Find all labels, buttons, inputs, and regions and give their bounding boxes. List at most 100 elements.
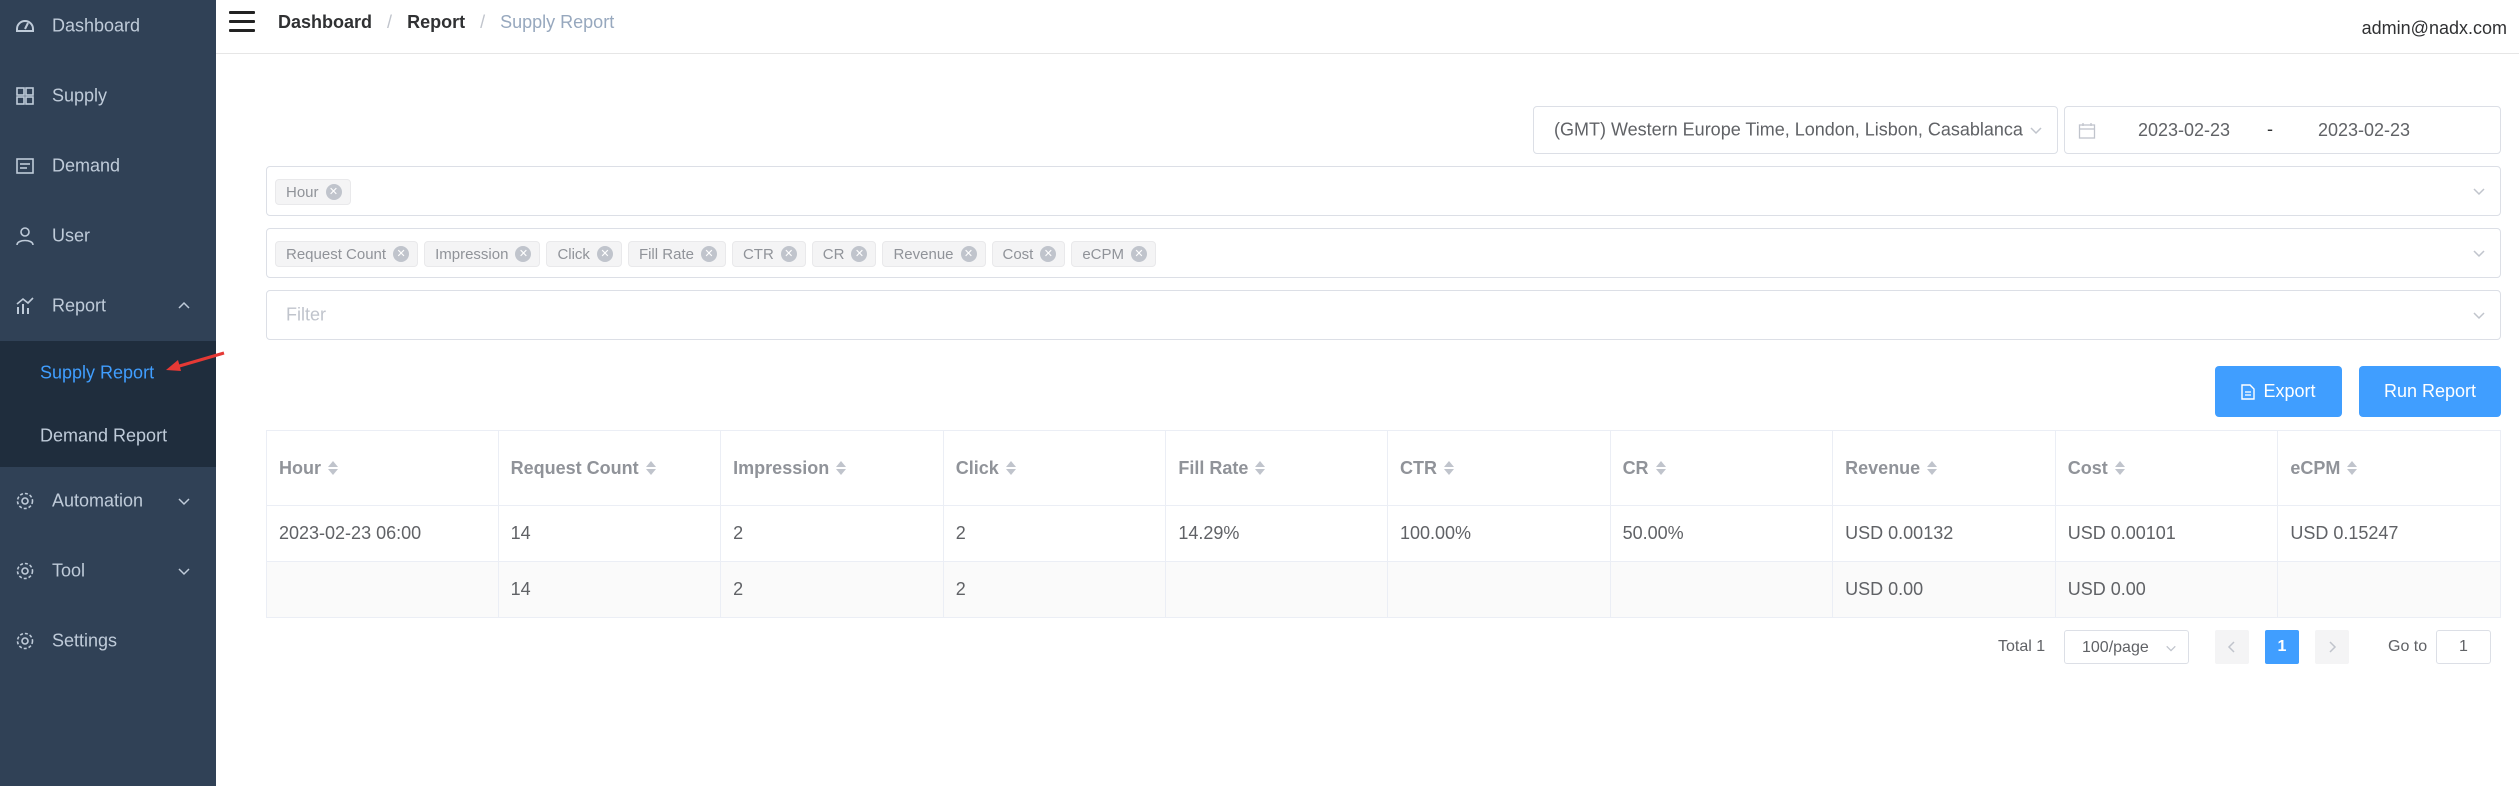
close-icon[interactable]: ✕ <box>1040 246 1057 262</box>
close-icon[interactable]: ✕ <box>515 246 532 262</box>
sort-icon[interactable] <box>1255 461 1266 475</box>
sidebar-item-demand-report[interactable]: Demand Report <box>0 404 216 467</box>
user-menu[interactable]: admin@nadx.com <box>2362 18 2507 39</box>
sidebar-item-tool[interactable]: Tool <box>0 536 216 606</box>
sidebar-item-supply[interactable]: Supply <box>0 61 216 131</box>
start-date-input[interactable] <box>2109 117 2259 143</box>
column-label: Request Count <box>510 457 639 478</box>
user-icon <box>16 227 34 246</box>
tag-label: Cost <box>1002 245 1034 263</box>
close-icon[interactable]: ✕ <box>325 184 342 200</box>
sidebar-item-label: Settings <box>52 630 118 651</box>
sort-icon[interactable] <box>2114 461 2125 475</box>
filter-placeholder: Filter <box>286 304 326 325</box>
metric-select[interactable]: Request Count ✕ Impression ✕ Click ✕ Fill R… <box>266 228 2501 278</box>
date-range-picker[interactable]: - <box>2064 106 2501 154</box>
close-icon[interactable]: ✕ <box>596 246 613 262</box>
page-button-current[interactable]: 1 <box>2265 630 2299 664</box>
column-label: eCPM <box>2290 457 2341 478</box>
prev-page-button[interactable] <box>2215 630 2249 664</box>
sidebar-item-report[interactable]: Report <box>0 271 216 341</box>
timezone-select[interactable]: (GMT) Western Europe Time, London, Lisbo… <box>1533 106 2058 154</box>
goto-label: Go to <box>2388 638 2428 655</box>
column-header-ecpm[interactable]: eCPM <box>2278 431 2500 505</box>
sidebar-item-user[interactable]: User <box>0 201 216 271</box>
column-header-click[interactable]: Click <box>944 431 1167 505</box>
chevron-down-icon <box>2030 127 2042 135</box>
table-cell: 50.00% <box>1611 506 1834 561</box>
column-header-impression[interactable]: Impression <box>721 431 944 505</box>
sidebar-item-label: Dashboard <box>52 15 141 36</box>
dimension-select[interactable]: Hour ✕ <box>266 166 2501 216</box>
column-label: CTR <box>1399 457 1437 478</box>
export-button[interactable]: Export <box>2215 366 2342 417</box>
sort-icon[interactable] <box>2347 461 2358 475</box>
sort-icon[interactable] <box>836 461 847 475</box>
column-header-fill-rate[interactable]: Fill Rate <box>1166 431 1388 505</box>
table-cell: USD 0.00101 <box>2056 506 2279 561</box>
column-header-cost[interactable]: Cost <box>2056 431 2279 505</box>
sort-icon[interactable] <box>1005 461 1016 475</box>
close-icon[interactable]: ✕ <box>960 246 977 262</box>
table-cell: 2 <box>944 506 1167 561</box>
close-icon[interactable]: ✕ <box>1131 246 1148 262</box>
run-report-button[interactable]: Run Report <box>2359 366 2501 417</box>
next-page-button[interactable] <box>2315 630 2349 664</box>
chevron-down-icon <box>2473 188 2485 196</box>
column-header-request-count[interactable]: Request Count <box>499 431 722 505</box>
table-cell: USD 0.00132 <box>1833 506 2056 561</box>
sort-icon[interactable] <box>1927 461 1938 475</box>
sidebar-item-demand[interactable]: Demand <box>0 131 216 201</box>
column-header-cr[interactable]: CR <box>1611 431 1834 505</box>
tag-label: Fill Rate <box>638 245 694 263</box>
chevron-down-icon <box>2473 312 2485 320</box>
chart-icon <box>16 297 34 314</box>
tag-label: Click <box>557 245 590 263</box>
page-size-select[interactable]: 100/page <box>2064 630 2189 664</box>
column-header-revenue[interactable]: Revenue <box>1833 431 2056 505</box>
gear-icon <box>16 632 34 650</box>
table-cell <box>2278 562 2500 617</box>
dashboard-icon <box>16 20 34 32</box>
breadcrumb-item-report[interactable]: Report <box>407 12 465 32</box>
tag-label: Request Count <box>286 245 387 263</box>
column-label: Hour <box>279 457 321 478</box>
sort-icon[interactable] <box>645 461 656 475</box>
close-icon[interactable]: ✕ <box>851 246 868 262</box>
end-date-input[interactable] <box>2289 117 2439 143</box>
column-header-hour[interactable]: Hour <box>267 431 499 505</box>
sidebar-item-label: Automation <box>52 490 144 511</box>
tag-label: CTR <box>742 245 774 263</box>
chevron-right-icon <box>2329 641 2337 653</box>
sort-icon[interactable] <box>1655 461 1666 475</box>
column-header-ctr[interactable]: CTR <box>1388 431 1611 505</box>
filter-select[interactable]: Filter <box>266 290 2501 340</box>
goto-page-input[interactable] <box>2436 630 2491 664</box>
table-cell: 14.29% <box>1166 506 1388 561</box>
close-icon[interactable]: ✕ <box>780 246 797 262</box>
table-cell: 2 <box>721 562 944 617</box>
top-bar: Dashboard / Report / Supply Report admin… <box>216 0 2519 54</box>
sort-icon[interactable] <box>328 461 338 475</box>
close-icon[interactable]: ✕ <box>700 246 717 262</box>
close-icon[interactable]: ✕ <box>393 246 410 262</box>
sidebar: Dashboard Supply Demand User Report Supp… <box>0 0 216 786</box>
table-cell: 2023-02-23 06:00 <box>267 506 499 561</box>
sidebar-item-settings[interactable]: Settings <box>0 606 216 676</box>
sidebar-item-label: Report <box>52 295 107 316</box>
hamburger-icon[interactable] <box>229 11 255 33</box>
chevron-down-icon <box>178 568 190 576</box>
tag-impression: Impression ✕ <box>424 241 541 267</box>
table-cell: 2 <box>721 506 944 561</box>
breadcrumb-item-dashboard[interactable]: Dashboard <box>278 12 372 32</box>
sort-icon[interactable] <box>1443 461 1454 475</box>
annotation-arrow <box>166 351 225 371</box>
table-cell: USD 0.00 <box>2056 562 2279 617</box>
date-range-separator: - <box>2267 119 2273 139</box>
sidebar-item-label: Supply <box>52 85 108 106</box>
sidebar-item-automation[interactable]: Automation <box>0 466 216 536</box>
sidebar-item-dashboard[interactable]: Dashboard <box>0 0 216 61</box>
pagination-total: Total 1 <box>1998 638 2046 655</box>
table-cell: 14 <box>499 562 722 617</box>
column-label: CR <box>1622 457 1649 478</box>
